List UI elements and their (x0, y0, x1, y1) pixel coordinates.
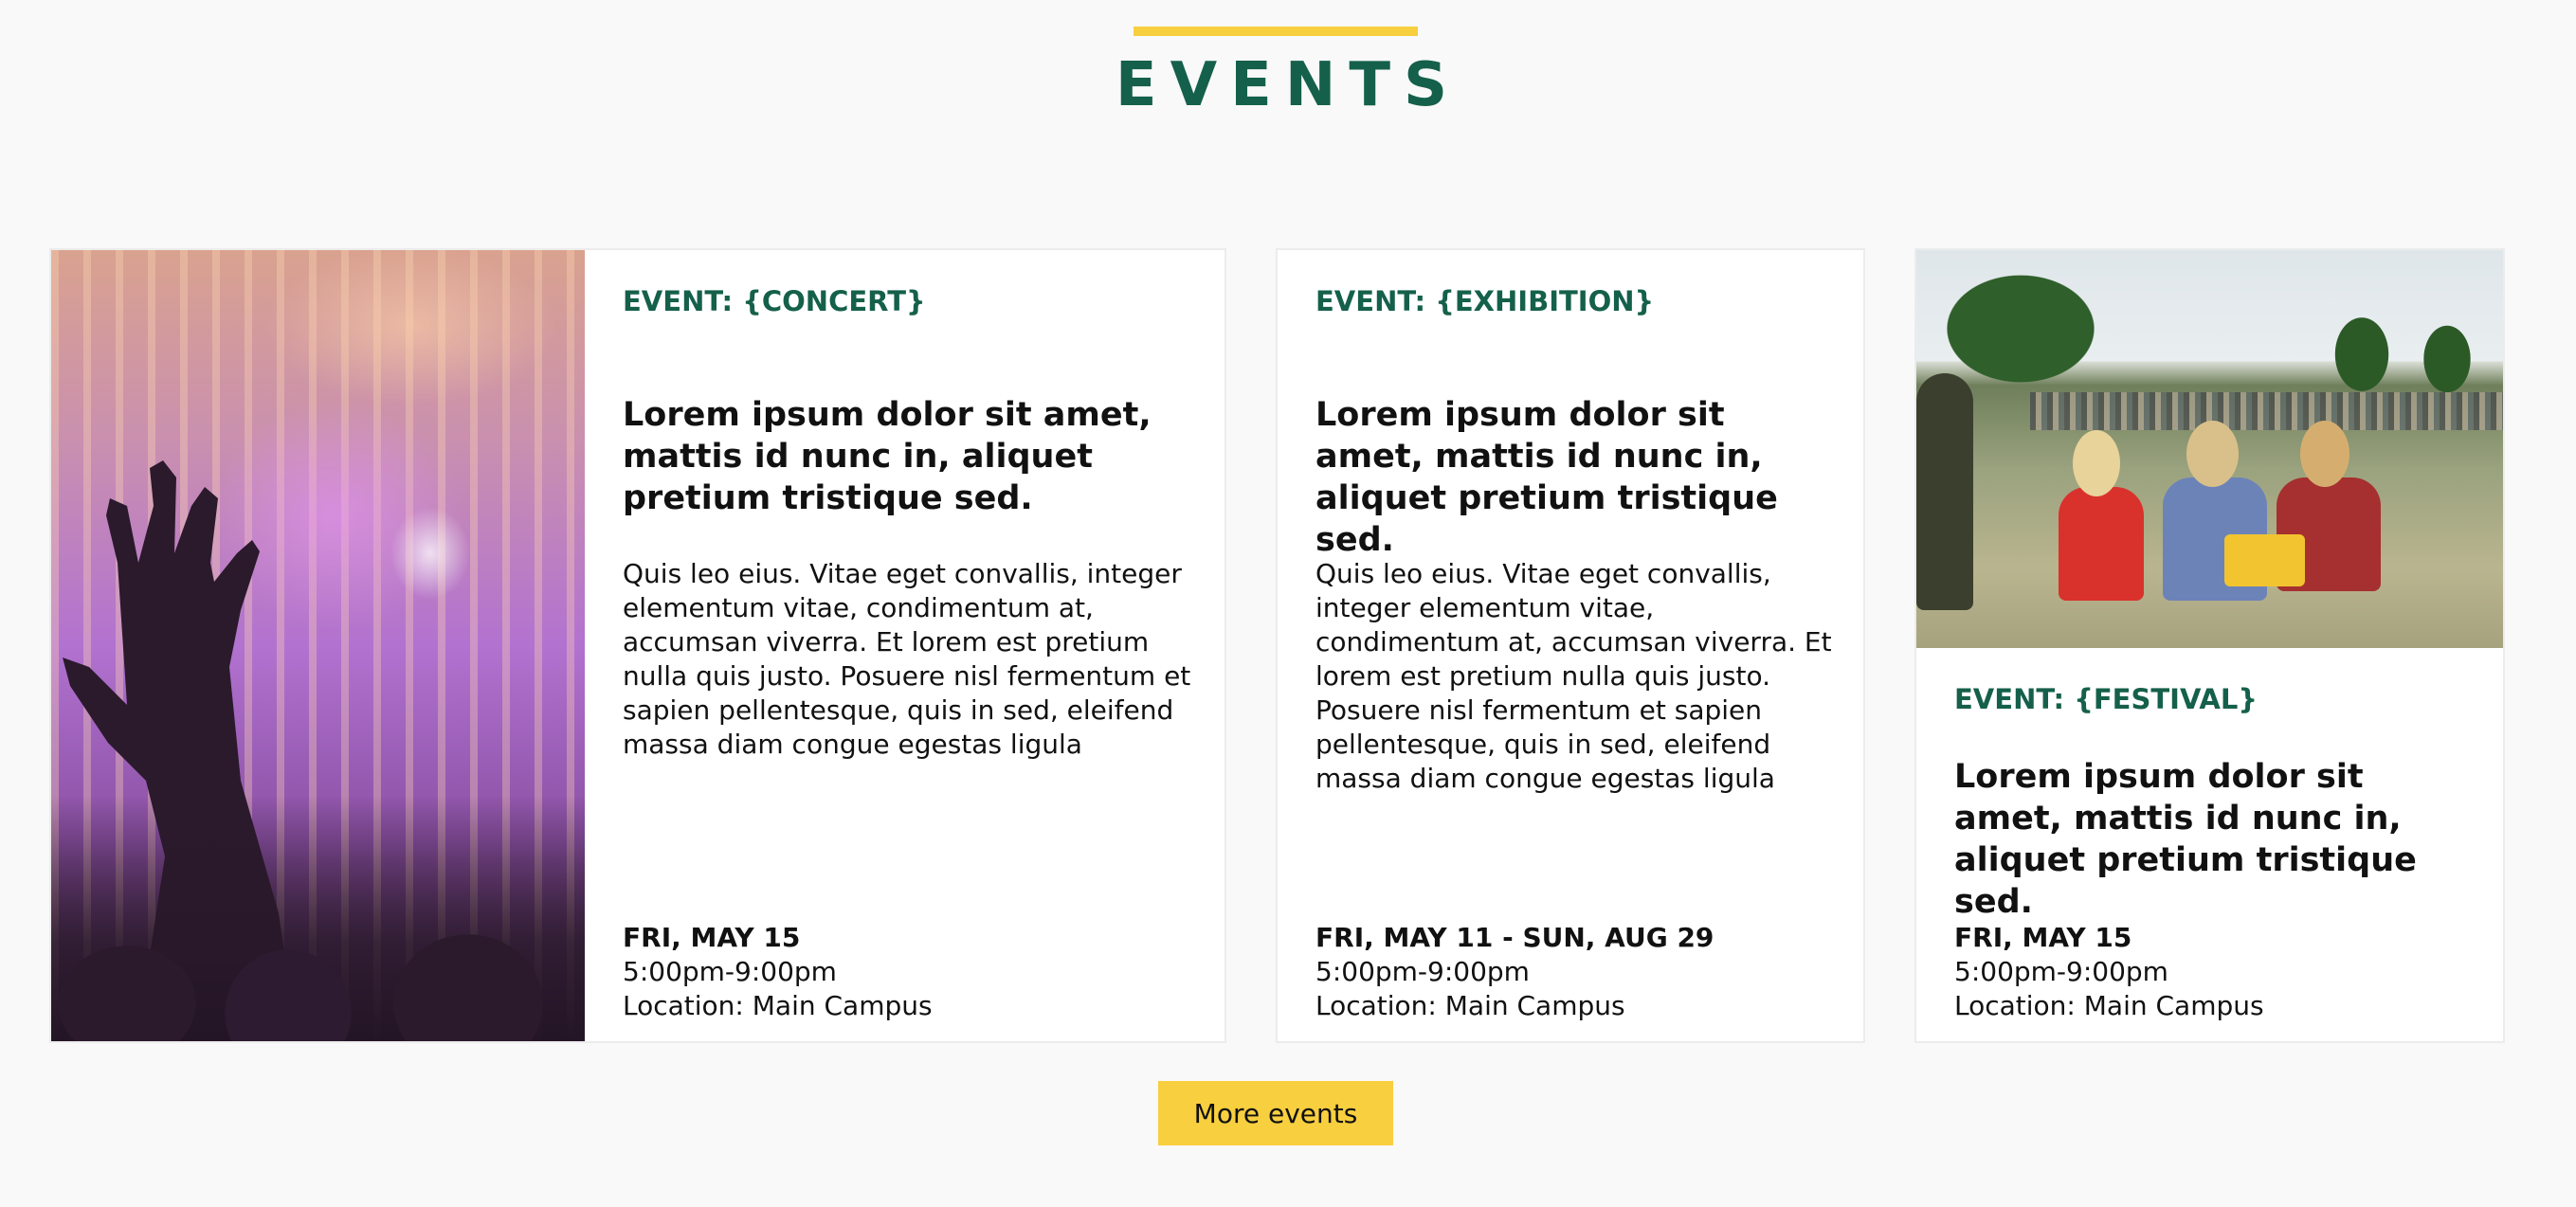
more-events-button[interactable]: More events (1158, 1081, 1393, 1145)
crowd-silhouette (51, 795, 585, 1041)
trees (2314, 307, 2503, 402)
event-date: FRI, MAY 15 (1954, 922, 2132, 953)
event-headline: Lorem ipsum dolor sit amet, mattis id nu… (623, 396, 1152, 517)
standing-person (1916, 373, 1973, 610)
event-headline: Lorem ipsum dolor sit amet, mattis id nu… (1954, 758, 2417, 921)
person (2300, 421, 2349, 487)
festival-photo (1916, 250, 2503, 648)
distant-crowd (2030, 392, 2503, 430)
title-accent-bar (1134, 27, 1418, 36)
event-type-label: EVENT: {EXHIBITION} (1315, 285, 1655, 317)
event-time: 5:00pm-9:00pm (623, 956, 837, 987)
event-description: Quis leo eius. Vitae eget convallis, int… (623, 558, 1191, 760)
event-headline: Lorem ipsum dolor sit amet, mattis id nu… (1315, 396, 1778, 559)
event-type-label: EVENT: {FESTIVAL} (1954, 683, 2258, 715)
event-date: FRI, MAY 11 - SUN, AUG 29 (1315, 922, 1714, 953)
bag (2224, 534, 2305, 586)
concert-photo (51, 250, 585, 1041)
event-time: 5:00pm-9:00pm (1954, 956, 2168, 987)
event-card-exhibition[interactable]: EVENT: {EXHIBITION} Lorem ipsum dolor si… (1276, 248, 1865, 1043)
event-location: Location: Main Campus (1954, 990, 2264, 1021)
person (2186, 421, 2239, 487)
event-card-festival[interactable]: EVENT: {FESTIVAL} Lorem ipsum dolor sit … (1914, 248, 2505, 1043)
event-location: Location: Main Campus (623, 990, 933, 1021)
event-description: Quis leo eius. Vitae eget convallis, int… (1315, 558, 1832, 794)
event-card-concert[interactable]: EVENT: {CONCERT} Lorem ipsum dolor sit a… (49, 248, 1226, 1043)
person (2073, 430, 2120, 496)
event-location: Location: Main Campus (1315, 990, 1625, 1021)
person (2059, 487, 2144, 601)
event-date: FRI, MAY 15 (623, 922, 801, 953)
event-time: 5:00pm-9:00pm (1315, 956, 1530, 987)
section-title: EVENTS (1115, 50, 1461, 120)
event-type-label: EVENT: {CONCERT} (623, 285, 926, 317)
